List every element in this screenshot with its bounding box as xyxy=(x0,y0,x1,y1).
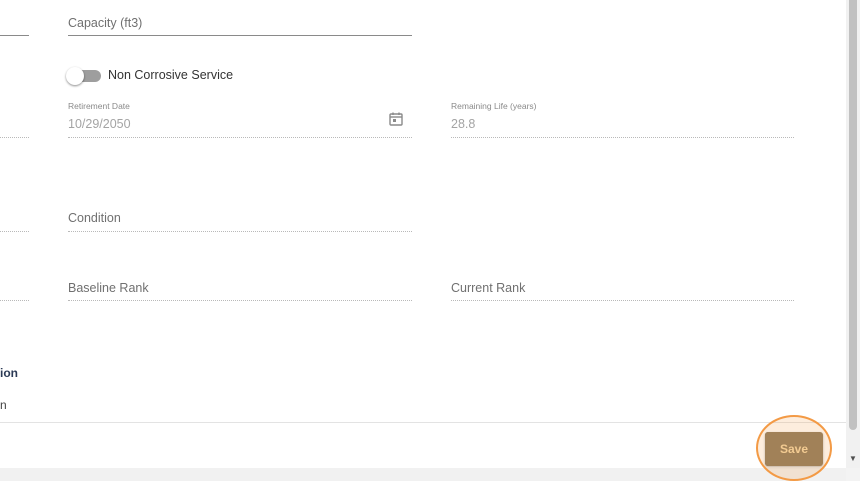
current-rank-underline xyxy=(451,300,794,301)
page: Capacity (ft3) Non Corrosive Service Ret… xyxy=(0,0,860,481)
bottom-strip xyxy=(0,468,846,481)
capacity-label: Capacity (ft3) xyxy=(68,16,143,30)
section-heading: ion xyxy=(0,366,18,380)
non-corrosive-toggle-thumb[interactable] xyxy=(66,67,84,85)
calendar-icon[interactable] xyxy=(388,111,404,127)
remaining-life-field[interactable]: Remaining Life (years) 28.8 xyxy=(451,100,794,140)
form-panel: Capacity (ft3) Non Corrosive Service Ret… xyxy=(0,0,846,422)
capacity-field[interactable]: Capacity (ft3) xyxy=(68,14,412,38)
save-button[interactable]: Save xyxy=(765,432,823,466)
condition-label: Condition xyxy=(68,211,121,225)
retirement-date-value: 10/29/2050 xyxy=(68,117,131,131)
retirement-date-underline xyxy=(68,137,412,138)
left-field-underline-1[interactable] xyxy=(0,35,29,36)
non-corrosive-label: Non Corrosive Service xyxy=(108,68,234,82)
condition-field[interactable]: Condition xyxy=(68,209,412,235)
scroll-down-arrow-icon[interactable]: ▼ xyxy=(846,452,860,466)
remaining-life-value: 28.8 xyxy=(451,117,476,131)
left-field-underline-3 xyxy=(0,231,29,232)
section-text: n xyxy=(0,398,7,412)
capacity-underline xyxy=(68,35,412,36)
remaining-life-underline xyxy=(451,137,794,138)
remaining-life-label: Remaining Life (years) xyxy=(451,101,537,111)
retirement-date-label: Retirement Date xyxy=(68,101,130,111)
condition-underline xyxy=(68,231,412,232)
current-rank-field[interactable]: Current Rank xyxy=(451,279,794,305)
baseline-rank-field[interactable]: Baseline Rank xyxy=(68,279,412,305)
baseline-rank-label: Baseline Rank xyxy=(68,281,149,295)
scrollbar-thumb[interactable] xyxy=(849,0,857,430)
left-field-underline-2 xyxy=(0,137,29,138)
baseline-rank-underline xyxy=(68,300,412,301)
retirement-date-field[interactable]: Retirement Date 10/29/2050 xyxy=(68,100,412,140)
left-field-underline-4 xyxy=(0,300,29,301)
footer-bar xyxy=(0,422,846,469)
current-rank-label: Current Rank xyxy=(451,281,526,295)
